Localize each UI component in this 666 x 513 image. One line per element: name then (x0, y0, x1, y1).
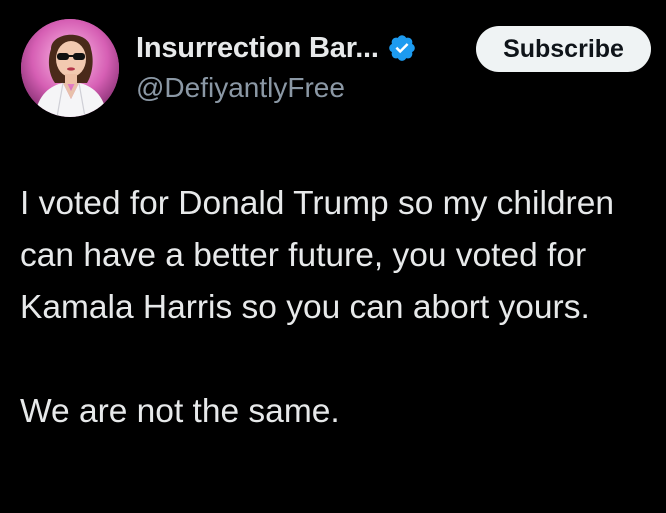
author-handle[interactable]: @DefiyantlyFree (136, 72, 345, 104)
verified-badge-icon (387, 33, 417, 63)
author-name-row: Insurrection Bar... (136, 28, 417, 68)
tweet-card: Insurrection Bar... @DefiyantlyFree Subs… (0, 0, 666, 513)
author-avatar[interactable] (21, 19, 119, 117)
author-display-name[interactable]: Insurrection Bar... (136, 32, 379, 65)
subscribe-button[interactable]: Subscribe (476, 26, 651, 72)
avatar-photo-icon (21, 19, 119, 117)
tweet-paragraph: I voted for Donald Trump so my children … (20, 185, 614, 326)
tweet-paragraph: We are not the same. (20, 393, 340, 430)
tweet-body: I voted for Donald Trump so my children … (20, 178, 660, 438)
